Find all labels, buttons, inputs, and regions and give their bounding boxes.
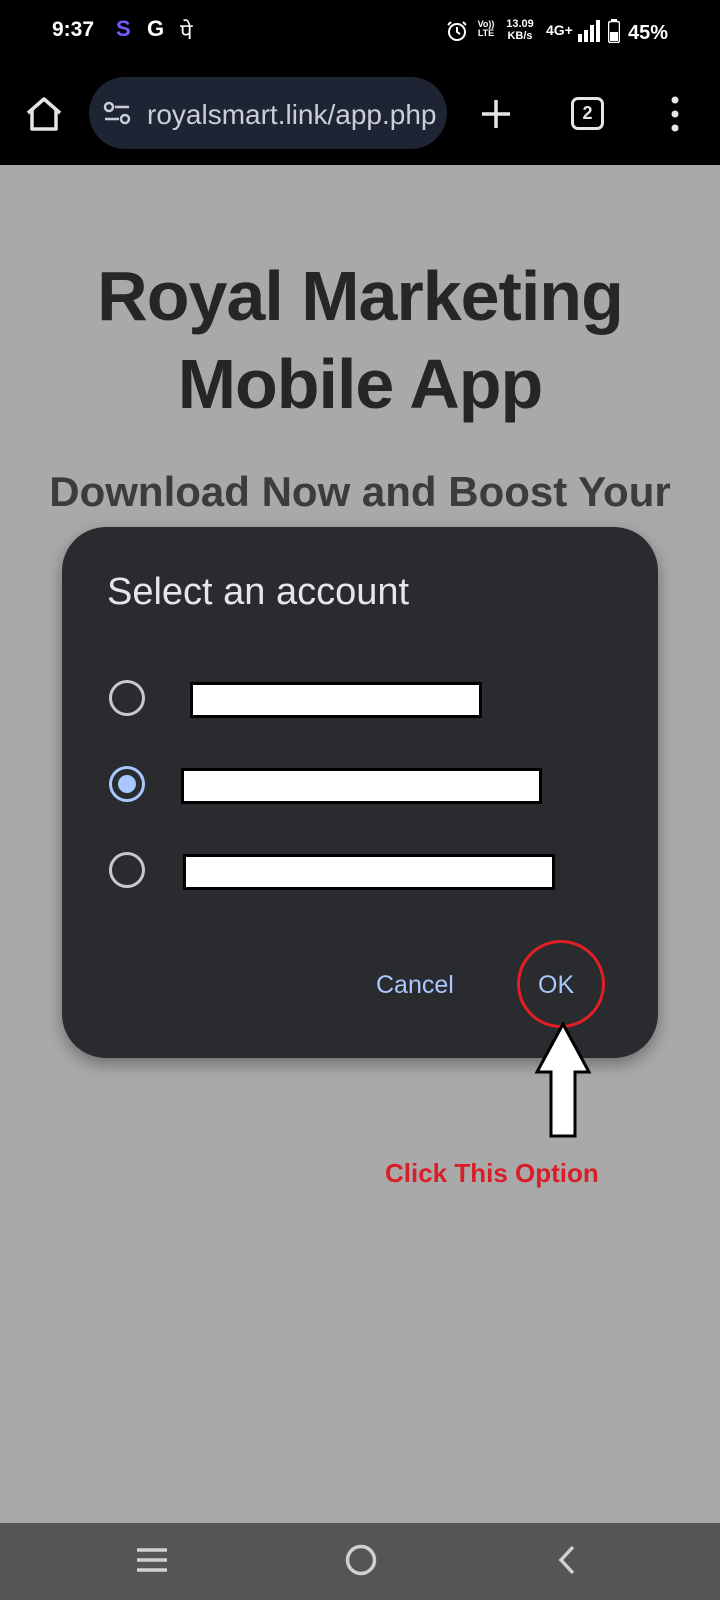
- highlight-circle: [517, 940, 605, 1028]
- browser-toolbar: royalsmart.link/app.php 2: [0, 68, 720, 165]
- battery-icon: [608, 19, 620, 43]
- app-icon-s: S: [116, 16, 131, 41]
- dialog-title: Select an account: [107, 571, 410, 613]
- cancel-button[interactable]: Cancel: [376, 971, 454, 1000]
- back-icon[interactable]: [553, 1543, 581, 1577]
- page-subtitle: Download Now and Boost Your: [49, 468, 671, 515]
- annotation-text: Click This Option: [385, 1158, 599, 1188]
- account-name-redacted-1[interactable]: [190, 682, 482, 718]
- alarm-icon: [447, 21, 467, 41]
- tab-switcher-button[interactable]: 2: [571, 97, 604, 130]
- more-options-icon[interactable]: [660, 92, 690, 136]
- arrow-up-icon: [535, 1022, 591, 1138]
- plus-icon[interactable]: [476, 92, 516, 136]
- battery-percentage: 45%: [628, 22, 669, 44]
- system-nav-bar: [0, 1523, 720, 1600]
- network-speed: 13.09 KB/s: [506, 18, 534, 42]
- status-bar: 9:37 S G पे Vo)) LTE 13.09 KB/s 4G+ 45%: [0, 0, 720, 68]
- nav-home-icon[interactable]: [344, 1543, 378, 1577]
- account-radio-3[interactable]: [109, 852, 145, 888]
- account-radio-2[interactable]: [109, 766, 145, 802]
- account-name-redacted-3[interactable]: [183, 854, 555, 890]
- url-bar[interactable]: royalsmart.link/app.php: [89, 77, 447, 149]
- site-settings-icon[interactable]: [103, 101, 131, 125]
- account-radio-1[interactable]: [109, 680, 145, 716]
- recents-icon[interactable]: [135, 1545, 169, 1575]
- network-type: 4G+: [546, 22, 573, 38]
- app-icon-g: G: [147, 16, 165, 41]
- page-title: Royal Marketing Mobile App: [97, 257, 624, 423]
- url-text[interactable]: royalsmart.link/app.php: [147, 99, 437, 131]
- status-time: 9:37: [52, 18, 95, 41]
- signal-icon: [578, 20, 600, 42]
- volte-indicator: Vo)) LTE: [477, 19, 495, 38]
- app-icon-pe: पे: [180, 20, 193, 45]
- home-icon[interactable]: [22, 92, 66, 136]
- account-name-redacted-2[interactable]: [181, 768, 542, 804]
